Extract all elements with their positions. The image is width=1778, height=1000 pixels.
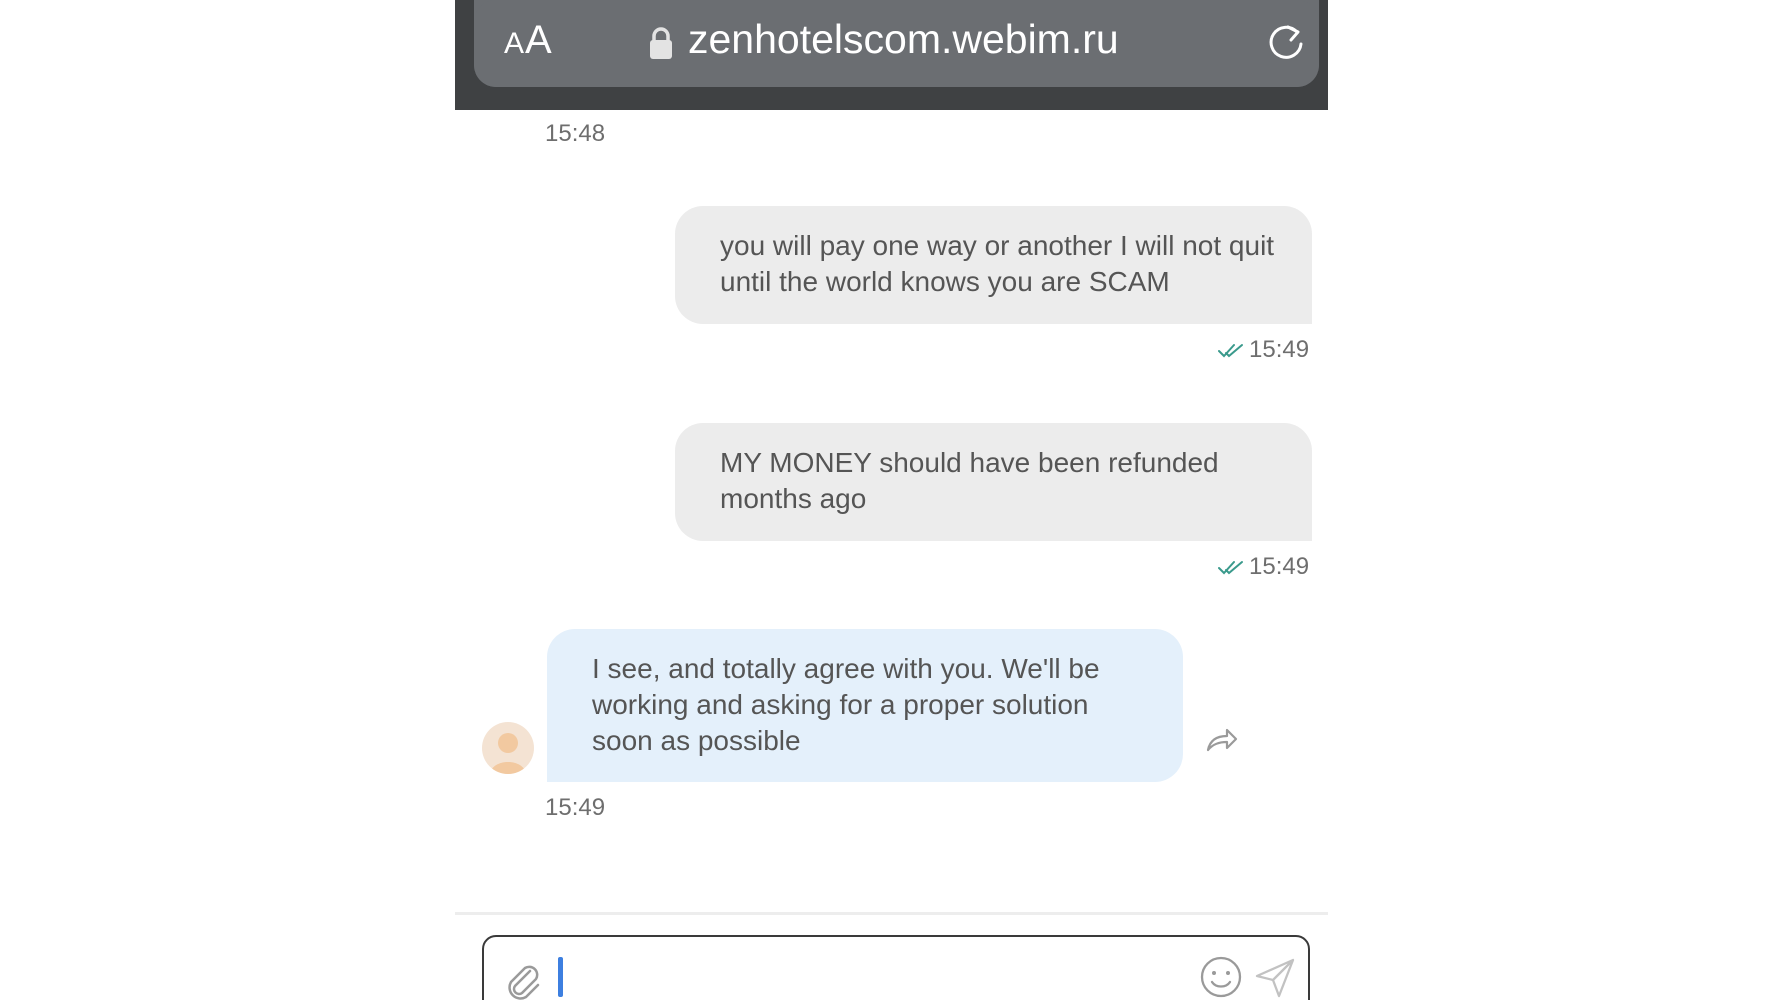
url-text[interactable]: zenhotelscom.webim.ru [688, 16, 1119, 63]
double-check-icon [1218, 344, 1243, 358]
outgoing-message[interactable]: MY MONEY should have been refunded month… [675, 423, 1312, 541]
text-size-large-label: A [525, 18, 553, 62]
message-time: 15:49 [545, 794, 606, 821]
text-cursor [558, 957, 563, 997]
lock-icon [650, 27, 672, 59]
browser-address-bar: AA zenhotelscom.webim.ru [455, 0, 1328, 110]
reload-icon[interactable] [1264, 20, 1308, 64]
paperclip-icon[interactable] [502, 959, 544, 1000]
message-composer [482, 935, 1310, 1000]
incoming-message[interactable]: I see, and totally agree with you. We'll… [547, 629, 1183, 782]
message-time: 15:49 [1249, 553, 1310, 580]
message-input[interactable] [568, 951, 1172, 1000]
url-pill[interactable]: AA zenhotelscom.webim.ru [474, 0, 1319, 87]
message-text: I see, and totally agree with you. We'll… [592, 653, 1100, 756]
forward-icon[interactable] [1205, 724, 1239, 754]
message-text: MY MONEY should have been refunded month… [720, 447, 1219, 514]
chat-screen: AA zenhotelscom.webim.ru 15:48 you will … [455, 0, 1328, 1000]
emoji-icon[interactable] [1199, 955, 1243, 999]
text-size-button[interactable]: AA [504, 18, 553, 63]
send-icon[interactable] [1254, 957, 1296, 999]
avatar-icon [482, 722, 534, 774]
outgoing-message[interactable]: you will pay one way or another I will n… [675, 206, 1312, 324]
composer-divider [455, 912, 1328, 915]
message-text: you will pay one way or another I will n… [720, 230, 1275, 297]
message-time: 15:49 [1249, 336, 1310, 363]
message-time: 15:48 [545, 120, 606, 147]
text-size-small-label: A [504, 27, 526, 60]
double-check-icon [1218, 561, 1243, 575]
